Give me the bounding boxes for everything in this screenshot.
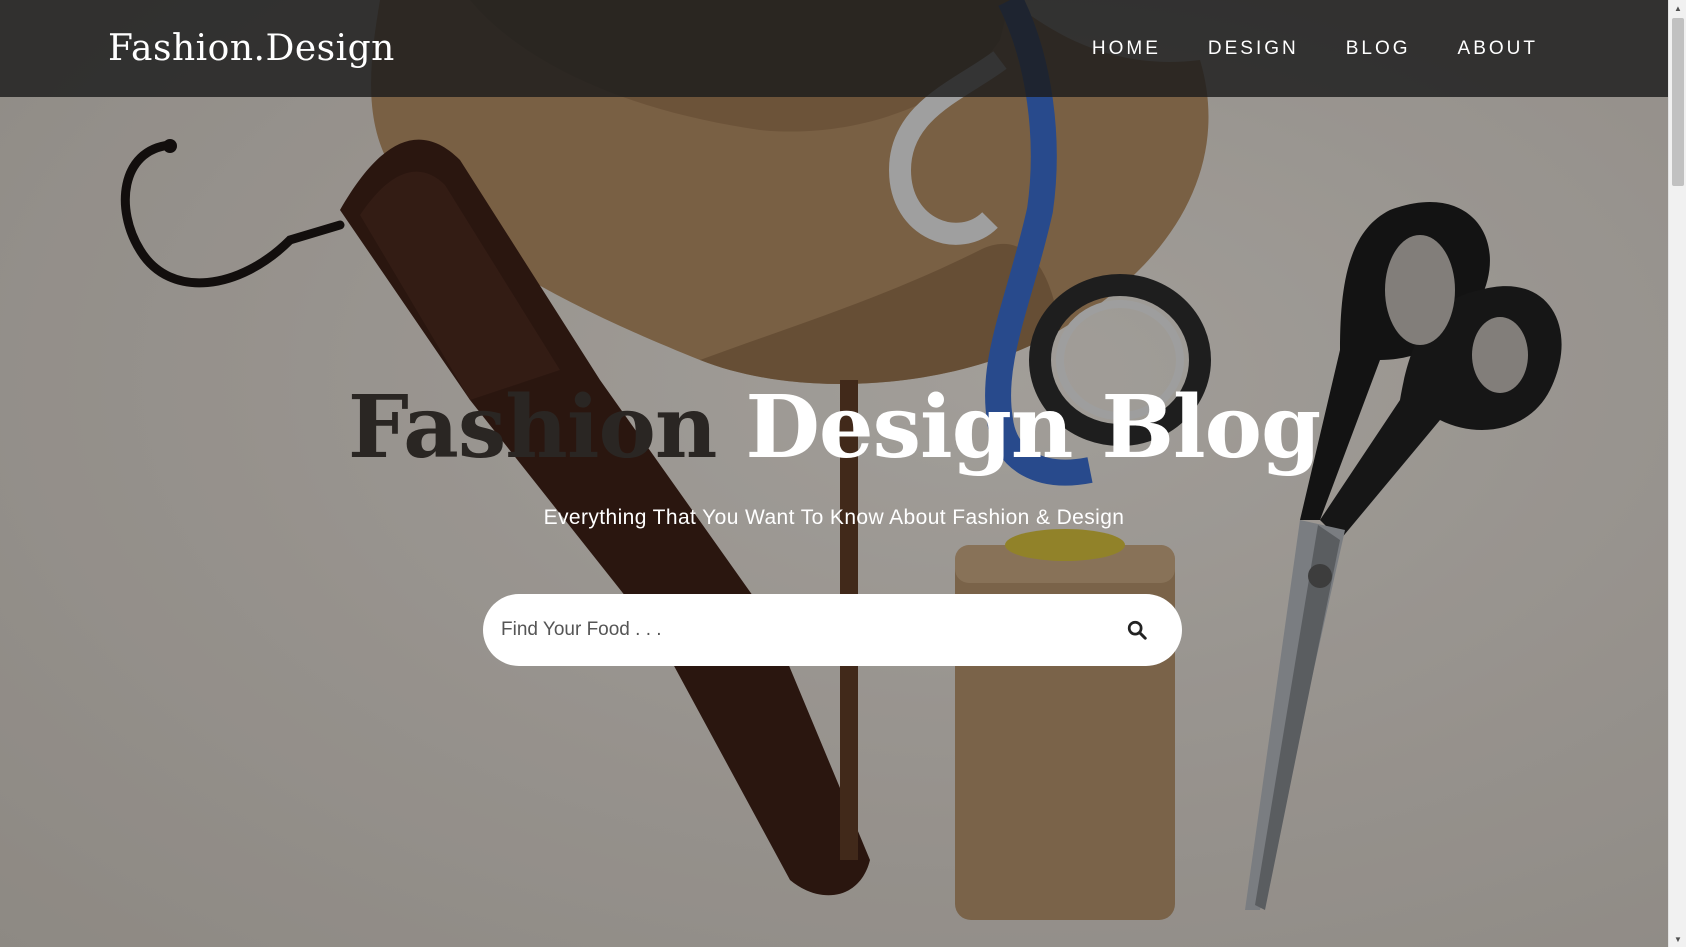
chevron-up-icon[interactable]: ▲: [1669, 0, 1686, 16]
nav-design-link[interactable]: DESIGN: [1208, 38, 1299, 60]
chevron-down-icon[interactable]: ▼: [1669, 931, 1686, 947]
search-icon: [1127, 620, 1147, 640]
nav-home-link[interactable]: HOME: [1092, 38, 1161, 60]
site-logo[interactable]: Fashion.Design: [108, 28, 395, 69]
scrollbar-thumb[interactable]: [1672, 18, 1684, 186]
hero-title-light-words: Design Blog: [745, 377, 1321, 478]
site-header: Fashion.Design HOME DESIGN BLOG ABOUT: [0, 0, 1668, 97]
hero-title: Fashion Design Blog: [0, 385, 1668, 471]
hero-title-dark-word: Fashion: [347, 377, 718, 478]
hero-subtitle: Everything That You Want To Know About F…: [543, 506, 1125, 529]
search-input[interactable]: [501, 619, 1122, 641]
main-nav: HOME DESIGN BLOG ABOUT: [1092, 38, 1538, 60]
page-scrollbar[interactable]: ▲ ▼: [1668, 0, 1686, 947]
search-bar: [483, 594, 1182, 666]
nav-blog-link[interactable]: BLOG: [1346, 38, 1411, 60]
search-button[interactable]: [1122, 615, 1152, 645]
nav-about-link[interactable]: ABOUT: [1458, 38, 1538, 60]
